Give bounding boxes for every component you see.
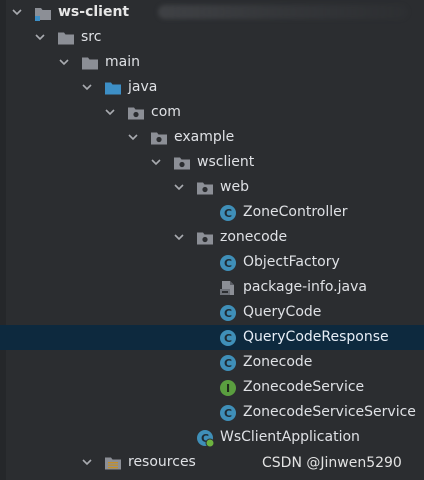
interface-badge-letter: I (226, 382, 230, 395)
tree-row-query-code-response[interactable]: C QueryCodeResponse (0, 325, 424, 350)
java-class-icon: C (220, 255, 236, 271)
tree-row-zone-controller[interactable]: C ZoneController (0, 200, 424, 225)
spring-boot-class-icon: C (197, 430, 214, 447)
tree-row-query-code[interactable]: C QueryCode (0, 300, 424, 325)
java-interface-icon: I (220, 380, 236, 396)
tree-label-query-code: QueryCode (243, 304, 322, 320)
module-icon (35, 8, 51, 21)
tree-row-zonecode-service[interactable]: I ZonecodeService (0, 375, 424, 400)
tree-row-main[interactable]: main (0, 50, 424, 75)
tree-row-src[interactable]: src (0, 25, 424, 50)
tree-row-com[interactable]: com (0, 100, 424, 125)
tree-label-java: java (128, 79, 158, 95)
class-badge-letter: C (224, 257, 232, 270)
tree-label-web: web (220, 179, 249, 195)
chevron-down-icon[interactable] (80, 80, 94, 94)
tree-row-java[interactable]: java (0, 75, 424, 100)
tree-label-example: example (174, 129, 235, 145)
chevron-down-icon[interactable] (149, 155, 163, 169)
tree-row-zonecode-service-service[interactable]: C ZonecodeServiceService (0, 400, 424, 425)
redacted-path (158, 5, 408, 19)
chevron-down-icon[interactable] (172, 230, 186, 244)
class-badge-letter: C (224, 407, 232, 420)
tree-row-web[interactable]: web (0, 175, 424, 200)
folder-icon (82, 57, 98, 70)
chevron-down-icon[interactable] (80, 455, 94, 469)
class-badge-letter: C (224, 332, 232, 345)
tree-row-zonecode-package[interactable]: zonecode (0, 225, 424, 250)
class-badge-letter: C (224, 307, 232, 320)
class-badge-letter: C (224, 357, 232, 370)
tree-label-package-info: package-info.java (243, 279, 367, 295)
java-class-icon: C (220, 205, 236, 221)
project-tree: ws-client src main java com example wscl… (0, 0, 424, 480)
tree-row-wsclient[interactable]: wsclient (0, 150, 424, 175)
tree-label-com: com (151, 104, 181, 120)
tree-label-zonecode-service-service: ZonecodeServiceService (243, 404, 416, 420)
folder-icon (58, 32, 74, 45)
tree-row-zonecode-class[interactable]: C Zonecode (0, 350, 424, 375)
tree-label-zonecode-package: zonecode (220, 229, 288, 245)
chevron-down-icon[interactable] (126, 130, 140, 144)
tree-label-src: src (81, 29, 102, 45)
package-icon (174, 157, 190, 170)
source-folder-icon (105, 82, 121, 95)
watermark: CSDN @Jinwen5290 (262, 455, 402, 471)
tree-row-example[interactable]: example (0, 125, 424, 150)
tree-label-zonecode-service: ZonecodeService (243, 379, 365, 395)
java-class-icon: C (220, 330, 236, 346)
tree-row-ws-client-application[interactable]: C WsClientApplication (0, 425, 424, 450)
package-icon (197, 232, 213, 245)
package-info-file-icon (220, 281, 234, 295)
tree-label-zonecode-class: Zonecode (243, 354, 313, 370)
resources-folder-icon (105, 457, 121, 470)
chevron-down-icon[interactable] (10, 5, 24, 19)
chevron-down-icon[interactable] (33, 30, 47, 44)
package-icon (151, 132, 167, 145)
tree-label-object-factory: ObjectFactory (243, 254, 340, 270)
tree-row-object-factory[interactable]: C ObjectFactory (0, 250, 424, 275)
tree-label-ws-client: ws-client (58, 4, 130, 20)
tree-row-package-info[interactable]: package-info.java (0, 275, 424, 300)
chevron-down-icon[interactable] (57, 55, 71, 69)
chevron-down-icon[interactable] (172, 180, 186, 194)
class-badge-letter: C (224, 207, 232, 220)
tree-label-resources: resources (128, 454, 196, 470)
tree-label-zone-controller: ZoneController (243, 204, 348, 220)
java-class-icon: C (220, 405, 236, 421)
java-class-icon: C (220, 355, 236, 371)
tree-label-wsclient: wsclient (197, 154, 255, 170)
chevron-down-icon[interactable] (103, 105, 117, 119)
tree-label-query-code-response: QueryCodeResponse (243, 329, 389, 345)
package-icon (197, 182, 213, 195)
package-icon (128, 107, 144, 120)
tree-label-main: main (105, 54, 140, 70)
java-class-icon: C (220, 305, 236, 321)
tree-label-ws-client-application: WsClientApplication (220, 429, 360, 445)
tree-row-ws-client[interactable]: ws-client (0, 0, 424, 25)
